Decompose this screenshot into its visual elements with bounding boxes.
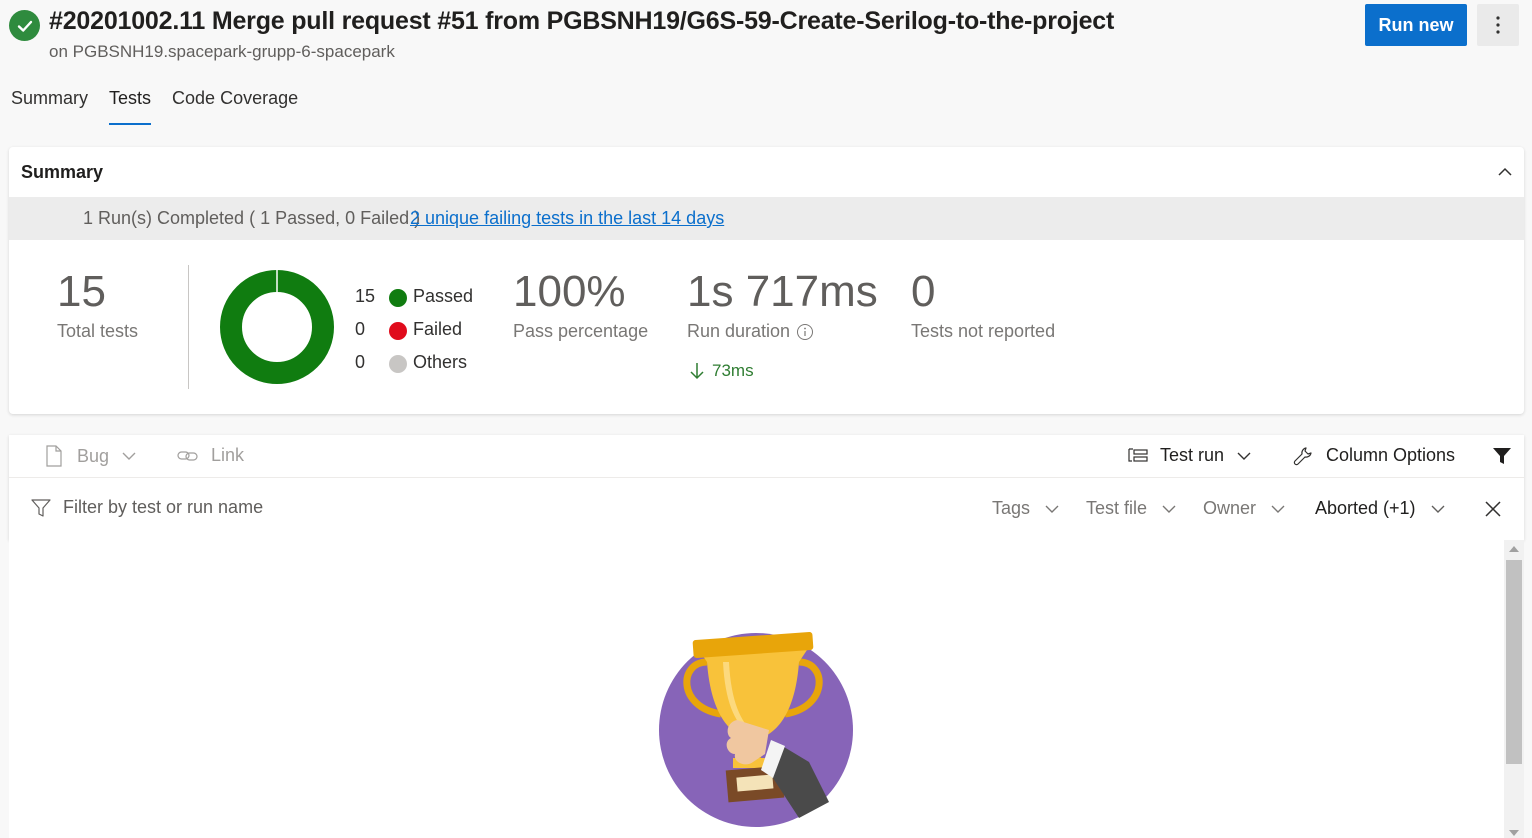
more-actions-button[interactable] bbox=[1477, 4, 1519, 46]
filter-toggle-button[interactable] bbox=[1492, 446, 1512, 466]
total-tests-value: 15 bbox=[57, 267, 106, 316]
chevron-down-icon bbox=[122, 452, 136, 460]
outcome-donut-chart bbox=[220, 270, 334, 384]
passed-count: 15 bbox=[355, 286, 376, 306]
more-vertical-icon bbox=[1496, 16, 1500, 34]
tab-code-coverage[interactable]: Code Coverage bbox=[172, 84, 298, 128]
pass-percentage-label: Pass percentage bbox=[513, 321, 649, 341]
scroll-up-arrow-icon[interactable] bbox=[1509, 546, 1519, 552]
test-run-label: Test run bbox=[1160, 445, 1225, 465]
not-reported-stat: 0 Tests not reported bbox=[911, 267, 1055, 342]
tags-filter-dropdown[interactable]: Tags bbox=[992, 498, 1060, 519]
filter-search-input[interactable]: Filter by test or run name bbox=[31, 497, 263, 518]
passed-label: Passed bbox=[413, 286, 474, 306]
tests-toolbar-card: Bug Link Test run Column Options Filter … bbox=[9, 435, 1524, 540]
document-icon bbox=[46, 445, 62, 467]
run-duration-stat: 1s 717ms Run duration bbox=[687, 267, 878, 342]
owner-filter-label: Owner bbox=[1203, 498, 1257, 518]
tab-tests[interactable]: Tests bbox=[109, 84, 152, 128]
link-button[interactable]: Link bbox=[177, 445, 244, 466]
others-label: Others bbox=[413, 352, 468, 372]
filter-filled-icon bbox=[1493, 448, 1511, 464]
success-check-icon bbox=[9, 10, 40, 41]
filter-placeholder: Filter by test or run name bbox=[63, 497, 264, 517]
outcome-filter-label: Aborted (+1) bbox=[1315, 498, 1416, 518]
failed-dot-icon bbox=[389, 322, 407, 340]
run-duration-delta-value: 73ms bbox=[712, 361, 754, 380]
test-run-groupby-button[interactable]: Test run bbox=[1128, 445, 1252, 466]
page-header: #20201002.11 Merge pull request #51 from… bbox=[0, 0, 1532, 72]
chevron-down-icon bbox=[1237, 452, 1251, 460]
group-by-icon bbox=[1128, 447, 1148, 462]
tab-summary[interactable]: Summary bbox=[11, 84, 88, 128]
bug-button[interactable]: Bug bbox=[45, 445, 137, 467]
chevron-down-icon bbox=[1431, 505, 1445, 513]
tags-filter-label: Tags bbox=[992, 498, 1031, 518]
test-file-filter-label: Test file bbox=[1086, 498, 1148, 518]
run-duration-value: 1s 717ms bbox=[687, 267, 878, 316]
chevron-up-icon[interactable] bbox=[1496, 163, 1514, 181]
failed-label: Failed bbox=[413, 319, 463, 339]
column-options-label: Column Options bbox=[1326, 445, 1456, 465]
not-reported-value: 0 bbox=[911, 267, 936, 316]
run-duration-label: Run duration bbox=[687, 321, 791, 341]
run-status-bar: 1 Run(s) Completed ( 1 Passed, 0 Failed … bbox=[9, 197, 1524, 240]
legend-others: 0 Others bbox=[355, 352, 555, 385]
total-tests-label: Total tests bbox=[57, 321, 139, 341]
filter-icon bbox=[31, 498, 51, 517]
others-count: 0 bbox=[355, 352, 366, 372]
info-icon[interactable] bbox=[796, 323, 814, 341]
pass-percentage-stat: 100% Pass percentage bbox=[513, 267, 648, 342]
column-options-button[interactable]: Column Options bbox=[1293, 445, 1455, 466]
test-file-filter-dropdown[interactable]: Test file bbox=[1086, 498, 1177, 519]
summary-title: Summary bbox=[21, 162, 104, 182]
summary-card: Summary 1 Run(s) Completed ( 1 Passed, 0… bbox=[9, 147, 1524, 414]
failed-count: 0 bbox=[355, 319, 366, 339]
outcome-filter-dropdown[interactable]: Aborted (+1) bbox=[1315, 498, 1446, 519]
arrow-down-icon bbox=[690, 363, 704, 380]
page-title: #20201002.11 Merge pull request #51 from… bbox=[49, 7, 1115, 35]
link-label: Link bbox=[211, 445, 245, 465]
scroll-down-arrow-icon[interactable] bbox=[1509, 830, 1519, 836]
bug-label: Bug bbox=[77, 445, 110, 466]
link-icon bbox=[177, 450, 198, 461]
page-tabs: Summary Tests Code Coverage bbox=[0, 84, 308, 128]
pass-percentage-value: 100% bbox=[513, 267, 626, 316]
total-tests-stat: 15 Total tests bbox=[57, 267, 138, 342]
owner-filter-dropdown[interactable]: Owner bbox=[1203, 498, 1286, 519]
chevron-down-icon bbox=[1045, 505, 1059, 513]
stat-divider bbox=[188, 265, 189, 389]
repository-subtitle: on PGBSNH19.spacepark-grupp-6-spacepark bbox=[49, 42, 395, 61]
run-duration-label-row: Run duration bbox=[687, 321, 878, 342]
scrollbar-thumb[interactable] bbox=[1506, 560, 1522, 764]
tests-results-area bbox=[9, 540, 1504, 838]
trophy-illustration bbox=[659, 632, 853, 827]
wrench-icon bbox=[1293, 446, 1312, 465]
filter-bar: Filter by test or run name Tags Test fil… bbox=[9, 487, 1524, 532]
vertical-scrollbar[interactable] bbox=[1504, 540, 1524, 838]
others-dot-icon bbox=[389, 355, 407, 373]
chevron-down-icon bbox=[1162, 505, 1176, 513]
passed-dot-icon bbox=[389, 289, 407, 307]
tests-toolbar: Bug Link Test run Column Options bbox=[9, 435, 1524, 478]
run-completed-text: 1 Run(s) Completed ( 1 Passed, 0 Failed … bbox=[83, 208, 421, 228]
clear-filters-button[interactable] bbox=[1484, 500, 1502, 518]
failing-tests-link[interactable]: 2 unique failing tests in the last 14 da… bbox=[410, 208, 724, 229]
run-duration-delta: 73ms bbox=[688, 361, 754, 381]
close-icon bbox=[1485, 501, 1501, 517]
chevron-down-icon bbox=[1271, 505, 1285, 513]
not-reported-label: Tests not reported bbox=[911, 321, 1056, 341]
run-new-button[interactable]: Run new bbox=[1365, 4, 1467, 46]
